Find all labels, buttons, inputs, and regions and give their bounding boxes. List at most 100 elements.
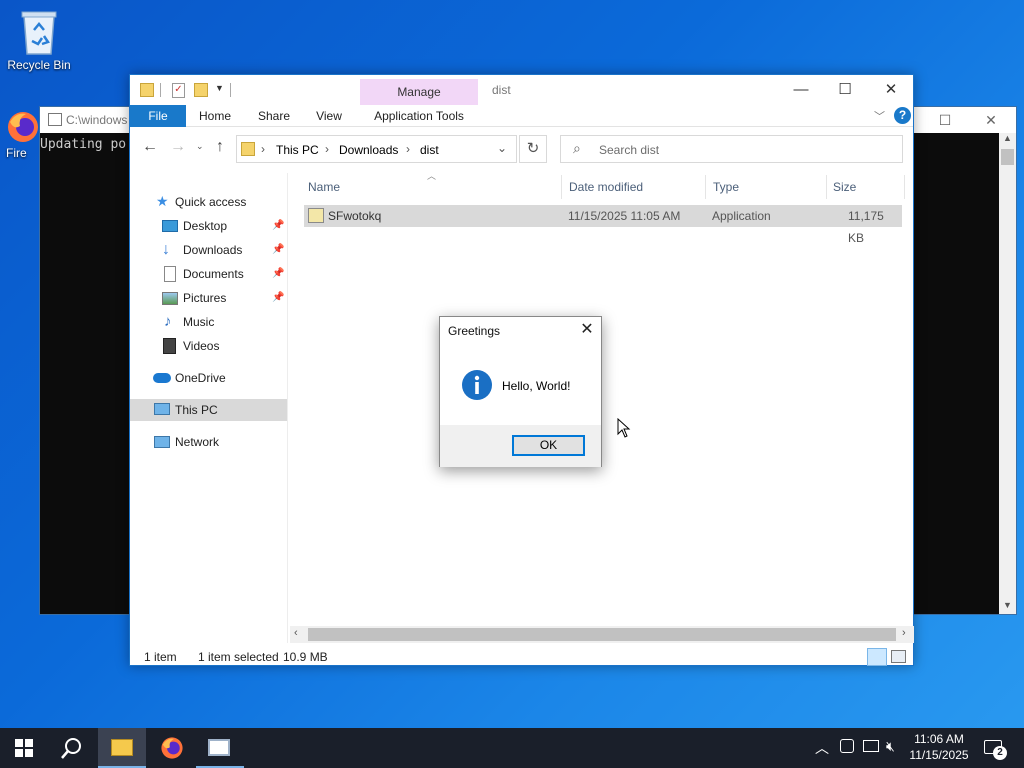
- nav-quick-access[interactable]: ★ Quick access: [130, 191, 287, 213]
- console-close-button[interactable]: ✕: [968, 107, 1014, 133]
- taskbar-console[interactable]: [196, 728, 244, 768]
- breadcrumb-downloads[interactable]: Downloads: [339, 143, 398, 157]
- address-bar[interactable]: › This PC › Downloads › dist ⌄: [236, 135, 517, 163]
- file-date: 11/15/2025 11:05 AM: [568, 209, 681, 223]
- search-placeholder: Search dist: [599, 143, 660, 157]
- cloud-icon: [153, 373, 171, 383]
- console-scrollbar[interactable]: ▲ ▼: [999, 133, 1016, 614]
- maximize-button[interactable]: ☐: [822, 75, 868, 105]
- pin-icon[interactable]: 📌: [272, 239, 284, 261]
- taskbar-file-explorer[interactable]: [98, 728, 146, 768]
- breadcrumb-separator-icon[interactable]: ›: [406, 142, 410, 156]
- pin-icon[interactable]: 📌: [272, 263, 284, 285]
- videos-icon: [163, 338, 176, 354]
- column-header-size[interactable]: Size: [825, 175, 905, 199]
- console-maximize-button[interactable]: ☐: [922, 107, 968, 133]
- pin-icon[interactable]: 📌: [272, 215, 284, 237]
- firefox-icon: [8, 112, 38, 142]
- breadcrumb-separator-icon[interactable]: ›: [261, 142, 265, 156]
- details-view-icon[interactable]: [867, 648, 887, 666]
- column-header-date[interactable]: Date modified: [561, 175, 706, 199]
- meet-now-icon[interactable]: [840, 739, 854, 753]
- taskbar-firefox[interactable]: [148, 728, 196, 768]
- nav-desktop[interactable]: Desktop 📌: [130, 215, 287, 237]
- nav-this-pc[interactable]: This PC: [130, 399, 287, 421]
- tab-home[interactable]: Home: [192, 105, 238, 127]
- forward-arrow-icon[interactable]: →: [170, 138, 186, 156]
- nav-videos[interactable]: Videos: [130, 335, 287, 357]
- column-header-type[interactable]: Type: [705, 175, 827, 199]
- pin-icon[interactable]: 📌: [272, 287, 284, 309]
- show-hidden-icons-icon[interactable]: ︿: [815, 738, 829, 768]
- search-icon: ⌕: [573, 140, 581, 156]
- tab-file[interactable]: File: [130, 105, 186, 127]
- status-item-count: 1 item: [144, 650, 177, 664]
- file-row[interactable]: SFwotokq 11/15/2025 11:05 AM Application…: [304, 205, 902, 245]
- dialog-close-icon[interactable]: ✕: [578, 321, 596, 339]
- nav-label: Downloads: [183, 243, 243, 257]
- nav-label: Documents: [183, 267, 244, 281]
- address-dropdown-icon[interactable]: ⌄: [497, 141, 507, 155]
- back-arrow-icon[interactable]: ←: [142, 138, 158, 156]
- volume-muted-icon[interactable]: 🔇︎: [886, 738, 895, 768]
- search-box[interactable]: ⌕ Search dist: [560, 135, 903, 163]
- tab-application-tools[interactable]: Application Tools: [360, 105, 478, 127]
- help-icon[interactable]: ?: [894, 107, 911, 124]
- ok-button[interactable]: OK: [512, 435, 585, 456]
- nav-label: This PC: [175, 403, 218, 417]
- large-icons-view-icon[interactable]: [891, 650, 906, 663]
- scroll-down-icon[interactable]: ▼: [999, 600, 1016, 614]
- refresh-button[interactable]: ↻: [519, 135, 547, 163]
- separator: [230, 83, 231, 97]
- nav-onedrive[interactable]: OneDrive: [130, 367, 287, 389]
- computer-icon: [154, 403, 170, 415]
- star-icon: ★: [156, 193, 169, 209]
- message-dialog[interactable]: Greetings ✕ Hello, World! OK: [439, 316, 602, 467]
- clock-date: 11/15/2025: [909, 748, 969, 762]
- minimize-button[interactable]: —: [778, 75, 824, 105]
- folder-icon: [140, 83, 154, 97]
- start-button[interactable]: [0, 728, 48, 768]
- nav-label: Quick access: [175, 195, 247, 209]
- customize-toolbar-icon[interactable]: ▼: [215, 83, 224, 93]
- column-header-name[interactable]: Name: [300, 175, 562, 199]
- windows-logo-icon: [15, 739, 33, 757]
- horizontal-scrollbar[interactable]: ‹ ›: [290, 626, 914, 643]
- close-button[interactable]: ✕: [868, 75, 914, 105]
- up-arrow-icon[interactable]: ↑: [216, 138, 224, 156]
- console-title: C:\windows: [66, 113, 128, 127]
- clock[interactable]: 11:06 AM 11/15/2025: [906, 728, 972, 768]
- notification-count-badge: 2: [993, 746, 1007, 760]
- network-icon[interactable]: [863, 740, 879, 752]
- firefox-label: Fire: [6, 146, 27, 160]
- scroll-right-icon[interactable]: ›: [902, 627, 906, 639]
- nav-network[interactable]: Network: [130, 431, 287, 453]
- recent-locations-icon[interactable]: ⌄: [196, 141, 204, 152]
- breadcrumb-dist[interactable]: dist: [420, 143, 439, 157]
- tab-share[interactable]: Share: [250, 105, 298, 127]
- nav-music[interactable]: ♪ Music: [130, 311, 287, 333]
- nav-downloads[interactable]: ↓ Downloads 📌: [130, 239, 287, 261]
- desktop-icon-firefox[interactable]: Fire: [0, 110, 42, 160]
- tab-view[interactable]: View: [306, 105, 352, 127]
- mouse-cursor-icon: [617, 418, 631, 438]
- manage-contextual-header[interactable]: Manage: [360, 79, 478, 105]
- scroll-thumb[interactable]: [308, 628, 896, 641]
- breadcrumb-separator-icon[interactable]: ›: [325, 142, 329, 156]
- properties-icon[interactable]: ✓: [172, 83, 185, 98]
- new-folder-icon[interactable]: [194, 83, 208, 97]
- desktop-icon-recycle-bin[interactable]: Recycle Bin: [4, 8, 74, 72]
- breadcrumb-this-pc[interactable]: This PC: [276, 143, 319, 157]
- search-button[interactable]: [48, 728, 96, 768]
- nav-documents[interactable]: Documents 📌: [130, 263, 287, 285]
- expand-ribbon-icon[interactable]: ﹀: [874, 108, 885, 124]
- pictures-icon: [162, 292, 178, 305]
- scroll-left-icon[interactable]: ‹: [294, 627, 298, 639]
- scroll-thumb[interactable]: [1001, 149, 1014, 165]
- clock-time: 11:06 AM: [914, 732, 964, 746]
- action-center-button[interactable]: 2: [980, 728, 1016, 768]
- recycle-bin-label: Recycle Bin: [7, 58, 71, 72]
- file-type: Application: [712, 209, 771, 223]
- scroll-up-icon[interactable]: ▲: [999, 133, 1016, 147]
- nav-pictures[interactable]: Pictures 📌: [130, 287, 287, 309]
